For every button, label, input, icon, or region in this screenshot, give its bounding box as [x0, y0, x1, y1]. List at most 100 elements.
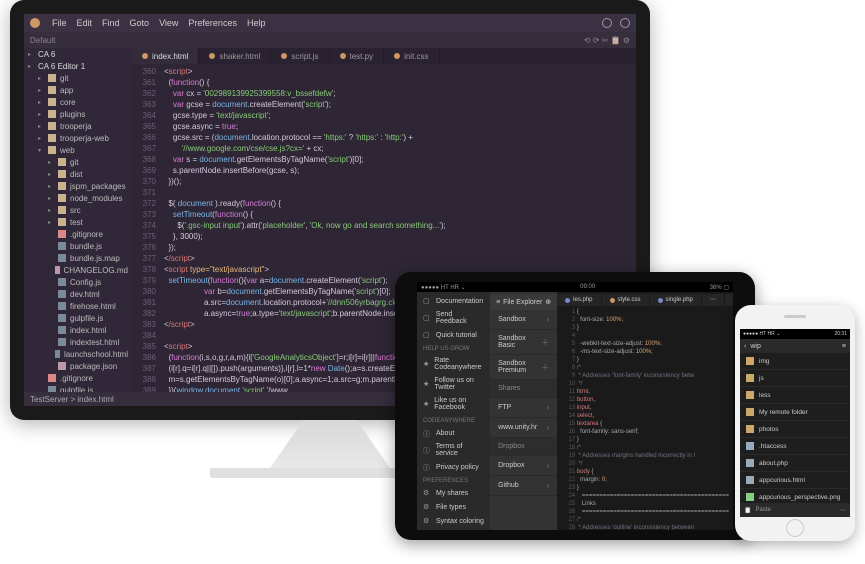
menu-item[interactable]: ▢Quick tutorial: [417, 328, 490, 342]
menu-item[interactable]: ★Like us on Facebook: [417, 394, 490, 414]
tree-item[interactable]: ▸test: [24, 216, 132, 228]
menu-view[interactable]: View: [159, 18, 178, 28]
menu-item[interactable]: ⚙My shares: [417, 486, 490, 500]
paste-icon[interactable]: 📋: [744, 507, 751, 514]
add-icon[interactable]: ⊕: [545, 298, 551, 306]
file-item[interactable]: about.php: [740, 455, 850, 472]
user-icon[interactable]: [620, 18, 630, 28]
editor-tab[interactable]: init.css: [384, 48, 439, 64]
menu-item[interactable]: ⚙Syntax coloring: [417, 514, 490, 528]
tree-item[interactable]: bundle.js.map: [24, 252, 132, 264]
app-logo-icon: [30, 18, 40, 28]
tree-item[interactable]: dev.html: [24, 288, 132, 300]
chevron-right-icon[interactable]: ›: [546, 423, 549, 432]
tree-folder[interactable]: ▸plugins: [24, 108, 132, 120]
chevron-right-icon[interactable]: ›: [546, 403, 549, 412]
phone-screen: ●●●●● HT HR ⌄20:31 ‹ wip ≡ imgjslessMy r…: [740, 329, 850, 517]
editor-tab[interactable]: index.html: [132, 48, 199, 64]
tree-item[interactable]: Config.js: [24, 276, 132, 288]
tree-item[interactable]: gulpfile.js: [24, 312, 132, 324]
tree-item[interactable]: launchschool.html: [24, 348, 132, 360]
menu-item[interactable]: ⓘAbout: [417, 426, 490, 440]
menu-icon[interactable]: ≡: [842, 343, 846, 350]
file-item[interactable]: less: [740, 387, 850, 404]
menu-preferences[interactable]: Preferences: [188, 18, 237, 28]
tree-root[interactable]: ▸CA 6 Editor 1: [24, 60, 132, 72]
explorer-item[interactable]: Sandbox›: [490, 310, 557, 330]
home-button[interactable]: [786, 519, 804, 537]
explorer-item[interactable]: Sandbox Basic＋: [490, 330, 557, 355]
tree-item[interactable]: CHANGELOG.md: [24, 264, 132, 276]
menu-goto[interactable]: Goto: [130, 18, 150, 28]
editor-tab[interactable]: script.js: [271, 48, 329, 64]
tree-folder[interactable]: ▸git: [24, 72, 132, 84]
tree-item[interactable]: bundle.js: [24, 240, 132, 252]
file-item[interactable]: .htaccess: [740, 438, 850, 455]
tree-root[interactable]: ▸CA 6: [24, 48, 132, 60]
menu-help[interactable]: Help: [247, 18, 266, 28]
tablet-tab-more[interactable]: ⋯: [702, 294, 725, 306]
explorer-item[interactable]: FTP›: [490, 398, 557, 418]
tablet-code[interactable]: 1 {2 font-size: 100%;3 }4 5 -webkit-text…: [557, 306, 733, 530]
menu-edit[interactable]: Edit: [77, 18, 93, 28]
tree-folder[interactable]: ▸app: [24, 84, 132, 96]
tree-item[interactable]: .gitignore: [24, 372, 132, 384]
editor-tabs: index.htmlshaker.htmlscript.jstest.pyini…: [132, 48, 636, 64]
chevron-right-icon[interactable]: ›: [546, 461, 549, 470]
tree-item[interactable]: ▸src: [24, 204, 132, 216]
menu-find[interactable]: Find: [102, 18, 120, 28]
tree-item[interactable]: package.json: [24, 360, 132, 372]
tree-item[interactable]: firehose.html: [24, 300, 132, 312]
hamburger-icon[interactable]: ≡: [496, 299, 500, 306]
file-item[interactable]: js: [740, 370, 850, 387]
tree-item[interactable]: .gitignore: [24, 228, 132, 240]
explorer-item[interactable]: Sandbox Premium＋: [490, 355, 557, 380]
tree-folder[interactable]: ▾web: [24, 144, 132, 156]
sync-icon[interactable]: [602, 18, 612, 28]
menu-item[interactable]: ★Rate Codeanywhere: [417, 354, 490, 374]
menu-item[interactable]: ⚙File types: [417, 500, 490, 514]
menu-item[interactable]: ★Follow us on Twitter: [417, 374, 490, 394]
menu-item[interactable]: ⓘTerms of service: [417, 440, 490, 460]
explorer-item[interactable]: Dropbox›: [490, 456, 557, 476]
tree-item[interactable]: ▸git: [24, 156, 132, 168]
tree-folder[interactable]: ▸trooperja: [24, 120, 132, 132]
tree-item[interactable]: indextest.html: [24, 336, 132, 348]
chevron-right-icon[interactable]: ›: [546, 315, 549, 324]
file-item[interactable]: My remote folder: [740, 404, 850, 421]
editor-tab[interactable]: shaker.html: [199, 48, 271, 64]
toolbar-more-icon[interactable]: ⋯: [840, 507, 846, 514]
tree-item[interactable]: gulpfile.js: [24, 384, 132, 392]
tablet-tab[interactable]: single.php: [650, 294, 702, 306]
menu-item[interactable]: ⓘPrivacy policy: [417, 460, 490, 474]
file-item[interactable]: photos: [740, 421, 850, 438]
tree-item[interactable]: ▸jspm_packages: [24, 180, 132, 192]
tree-item[interactable]: index.html: [24, 324, 132, 336]
line-gutter: 3603613623633643653663673683693703713723…: [132, 64, 160, 392]
explorer-item[interactable]: Github›: [490, 476, 557, 496]
tree-item[interactable]: ▸dist: [24, 168, 132, 180]
phone-navbar: ‹ wip ≡: [740, 339, 850, 353]
plus-icon[interactable]: ＋: [541, 337, 549, 348]
tree-folder[interactable]: ▸trooperja-web: [24, 132, 132, 144]
tree-folder[interactable]: ▸core: [24, 96, 132, 108]
chevron-right-icon[interactable]: ›: [546, 481, 549, 490]
paste-label[interactable]: Paste: [755, 507, 770, 513]
menu-file[interactable]: File: [52, 18, 67, 28]
editor-tab[interactable]: test.py: [330, 48, 385, 64]
menu-item[interactable]: ▢Send Feedback: [417, 308, 490, 328]
section-header: USER: [417, 528, 490, 530]
tablet-tab[interactable]: style.css: [602, 294, 650, 306]
tablet-tabs: les.phpstyle.csssingle.php⋯: [557, 294, 733, 306]
menu-item[interactable]: ▢Documentation: [417, 294, 490, 308]
plus-icon[interactable]: ＋: [541, 362, 549, 373]
tablet-menu-panel: ▢Documentation▢Send Feedback▢Quick tutor…: [417, 282, 490, 530]
file-item[interactable]: appcurious.html: [740, 472, 850, 489]
tablet-tab[interactable]: les.php: [557, 294, 601, 306]
back-button[interactable]: ‹: [744, 343, 746, 350]
phone-device: ●●●●● HT HR ⌄20:31 ‹ wip ≡ imgjslessMy r…: [735, 305, 855, 541]
explorer-item[interactable]: www.unity.hr›: [490, 418, 557, 438]
menubar-right: [602, 18, 630, 28]
file-item[interactable]: img: [740, 353, 850, 370]
tree-item[interactable]: ▸node_modules: [24, 192, 132, 204]
